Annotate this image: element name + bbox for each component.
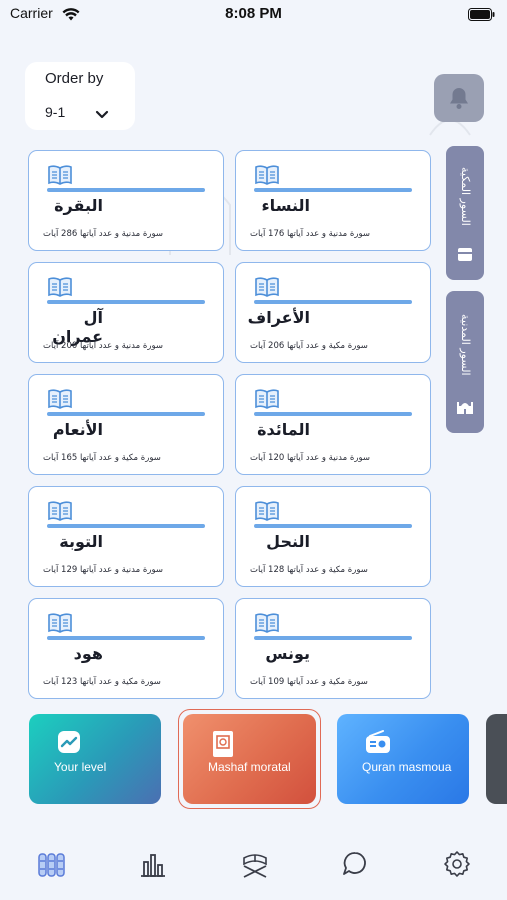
progress-bar [254,636,412,640]
side-tab-meccan-label: السور المكية [459,166,472,226]
surah-info: سورة مدنية و عدد آياتها 120 آيات [250,453,370,463]
order-by-value: 9-1 [45,104,66,120]
mosque-icon [457,399,473,419]
surah-info: سورة مدنية و عدد آياتها 286 آيات [43,229,163,239]
your-level-button[interactable]: Your level [29,714,161,804]
surah-info: سورة مكية و عدد آياتها 165 آيات [43,453,161,463]
chevron-down-icon [95,105,109,124]
surah-name: التوبة [59,532,103,551]
surah-card[interactable]: النحل سورة مكية و عدد آياتها 128 آيات [235,486,431,587]
surah-name: الأنعام [52,420,103,439]
surah-name: المائدة [257,420,310,439]
trend-chart-icon [57,730,81,758]
surah-name: النحل [266,532,310,551]
your-level-label: Your level [54,760,107,774]
open-book-icon [254,612,280,638]
progress-bar [254,188,412,192]
side-tab-meccan[interactable]: السور المكية [446,146,484,280]
tab-chat[interactable] [341,850,371,880]
surah-card[interactable]: التوبة سورة مدنية و عدد آياتها 129 آيات [28,486,224,587]
bar-chart-icon [141,854,165,877]
surah-card[interactable]: المائدة سورة مدنية و عدد آياتها 120 آيات [235,374,431,475]
progress-bar [254,524,412,528]
surah-card[interactable]: هود سورة مكية و عدد آياتها 123 آيات [28,598,224,699]
gear-icon [444,851,470,877]
progress-bar [47,524,205,528]
progress-bar [47,412,205,416]
surah-info: سورة مكية و عدد آياتها 206 آيات [250,341,368,351]
kaaba-icon [457,246,473,266]
open-book-icon [47,276,73,302]
surah-card[interactable]: يونس سورة مكية و عدد آياتها 109 آيات [235,598,431,699]
bell-icon [450,88,468,109]
notifications-button[interactable] [434,74,484,122]
progress-bar [254,412,412,416]
progress-bar [47,300,205,304]
open-book-icon [47,164,73,190]
tab-stats[interactable] [139,850,169,880]
quran-masmoua-label: Quran masmoua [362,760,452,774]
battery-icon [468,6,495,25]
progress-bar [47,636,205,640]
surah-info: سورة مدنية و عدد آياتها 176 آيات [250,229,370,239]
quran-stand-icon [243,854,267,878]
surah-card[interactable]: آل عمران سورة مدنية و عدد آياتها 200 آيات [28,262,224,363]
surah-card[interactable]: الأنعام سورة مكية و عدد آياتها 165 آيات [28,374,224,475]
surah-card[interactable]: البقرة سورة مدنية و عدد آياتها 286 آيات [28,150,224,251]
open-book-icon [254,500,280,526]
open-book-icon [47,500,73,526]
surah-info: سورة مكية و عدد آياتها 123 آيات [43,677,161,687]
surah-name: النساء [261,196,311,215]
open-book-icon [47,612,73,638]
surah-name: الأعراف [247,308,310,327]
order-by-label: Order by [45,70,104,87]
open-book-icon [47,388,73,414]
status-bar: Carrier 8:08 PM [0,0,507,30]
tab-library[interactable] [37,850,67,880]
surah-card[interactable]: الأعراف سورة مكية و عدد آياتها 206 آيات [235,262,431,363]
tab-bar [0,830,507,900]
open-book-icon [254,164,280,190]
surah-info: سورة مدنية و عدد آياتها 129 آيات [43,565,163,575]
side-tab-medinan[interactable]: السور المدنية [446,291,484,433]
surah-card[interactable]: النساء سورة مدنية و عدد آياتها 176 آيات [235,150,431,251]
surah-name: هود [73,644,103,663]
side-tab-medinan-label: السور المدنية [459,314,472,376]
open-book-icon [254,388,280,414]
order-by-dropdown[interactable]: Order by 9-1 [25,62,135,130]
tab-quran[interactable] [240,850,270,880]
surah-info: سورة مدنية و عدد آياتها 200 آيات [43,341,163,351]
more-feature-button[interactable] [486,714,507,804]
radio-icon [365,730,391,758]
surah-info: سورة مكية و عدد آياتها 128 آيات [250,565,368,575]
chat-icon [343,852,366,875]
surah-info: سورة مكية و عدد آياتها 109 آيات [250,677,368,687]
mashaf-moratal-label: Mashaf moratal [208,760,291,774]
progress-bar [254,300,412,304]
surah-name: البقرة [54,196,103,215]
quran-masmoua-button[interactable]: Quran masmoua [337,714,469,804]
surah-name: يونس [265,644,310,663]
clock: 8:08 PM [225,5,282,22]
tab-settings[interactable] [443,850,473,880]
progress-bar [47,188,205,192]
quran-book-icon [211,730,235,762]
books-icon [38,853,65,877]
open-book-icon [254,276,280,302]
mashaf-moratal-button[interactable]: Mashaf moratal [183,714,316,804]
